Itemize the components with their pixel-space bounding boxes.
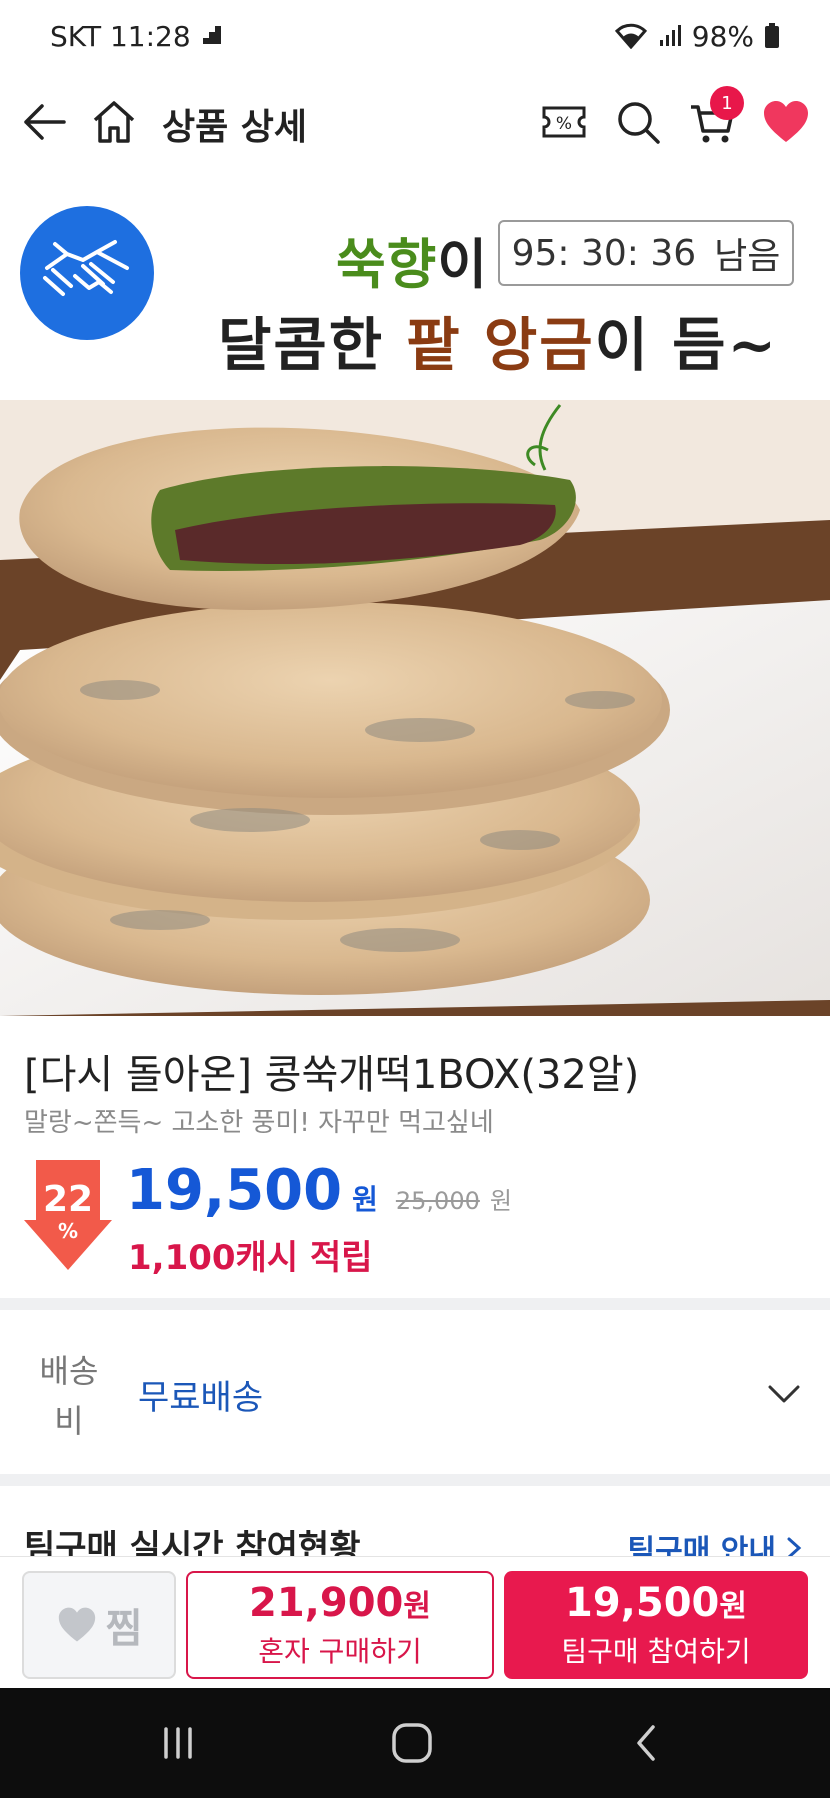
search-icon[interactable] (610, 94, 666, 150)
back-button-icon[interactable] (616, 1718, 676, 1768)
back-arrow-icon[interactable] (16, 94, 72, 150)
team-price-unit: 원 (719, 1589, 747, 1624)
solo-price-unit: 원 (403, 1589, 431, 1624)
wifi-icon (614, 23, 648, 49)
status-right: 98% (614, 20, 780, 53)
home-icon[interactable] (86, 94, 142, 150)
heart-icon[interactable] (758, 94, 814, 150)
sale-price-unit: 원 (352, 1183, 378, 1216)
team-price: 19,500 (565, 1580, 720, 1626)
home-button-icon[interactable] (382, 1718, 442, 1768)
wish-button[interactable]: 찜 (22, 1571, 176, 1679)
banner-headline-1: 쑥향이 (336, 220, 488, 299)
product-name: [다시 돌아온] 콩쑥개떡1BOX(32알) (24, 1052, 640, 1098)
purchase-bar: 찜 21,900원 혼자 구매하기 19,500원 팀구매 참여하기 (0, 1556, 830, 1688)
product-subtitle: 말랑~쫀득~ 고소한 풍미! 자꾸만 먹고싶네 (24, 1108, 494, 1138)
banner-line2-part1: 달콤한 (218, 311, 407, 379)
countdown-timer: 95: 30: 36 남음 (498, 220, 794, 286)
system-nav-bar (0, 1688, 830, 1798)
carrier-time: SKT 11:28 (50, 19, 191, 53)
timer-suffix: 남음 (714, 236, 781, 277)
heart-icon (58, 1607, 95, 1642)
solo-price-line: 21,900원 (249, 1580, 431, 1630)
app-header: 상품 상세 % 1 (0, 72, 830, 172)
join-team-purchase-button[interactable]: 19,500원 팀구매 참여하기 (504, 1571, 808, 1679)
cart-icon[interactable]: 1 (684, 86, 744, 150)
timer-value: 95: 30: 36 (511, 232, 697, 274)
section-divider (0, 1298, 830, 1310)
banner-redbean-text: 팥 앙금 (406, 311, 595, 379)
cart-count-badge: 1 (710, 86, 744, 120)
shipping-label: 배송 비 (39, 1352, 99, 1440)
chevron-down-icon[interactable] (766, 1376, 802, 1412)
discount-badge: 22 % (24, 1179, 112, 1243)
battery-icon (764, 23, 780, 49)
product-image[interactable] (0, 400, 830, 1016)
shipping-value: 무료배송 (138, 1378, 264, 1418)
buy-alone-button[interactable]: 21,900원 혼자 구매하기 (186, 1571, 494, 1679)
price-row: 19,500 원 25,000 원 (126, 1158, 512, 1223)
data-transfer-icon (201, 20, 223, 53)
battery-level: 98% (691, 19, 754, 53)
original-price: 25,000 (395, 1187, 480, 1215)
team-caption: 팀구매 참여하기 (561, 1635, 751, 1668)
promo-banner: 쑥향이 달콤한 팥 앙금이 듬~뿍 95: 30: 36 남음 (0, 180, 830, 463)
recent-apps-icon[interactable] (148, 1718, 208, 1768)
original-price-unit: 원 (489, 1187, 512, 1215)
cash-reward: 1,100캐시 적립 (128, 1238, 373, 1278)
page-title: 상품 상세 (162, 107, 308, 148)
section-divider (0, 1474, 830, 1486)
discount-rate: 22 (42, 1179, 94, 1220)
solo-price: 21,900 (249, 1580, 404, 1626)
banner-mugwort-text: 쑥향 (336, 232, 438, 296)
signal-icon (658, 24, 682, 48)
banner-line1-suffix: 이 (437, 232, 489, 296)
coupon-percent-icon[interactable]: % (536, 94, 592, 150)
wish-label: 찜 (105, 1606, 143, 1652)
team-price-line: 19,500원 (565, 1580, 747, 1630)
status-bar: SKT 11:28 98% (0, 0, 830, 72)
discount-unit: % (57, 1219, 79, 1243)
sale-price: 19,500 (126, 1158, 343, 1223)
status-left: SKT 11:28 (50, 20, 223, 53)
svg-text:%: % (556, 114, 572, 134)
solo-caption: 혼자 구매하기 (258, 1635, 422, 1668)
handshake-logo-icon (20, 206, 154, 340)
